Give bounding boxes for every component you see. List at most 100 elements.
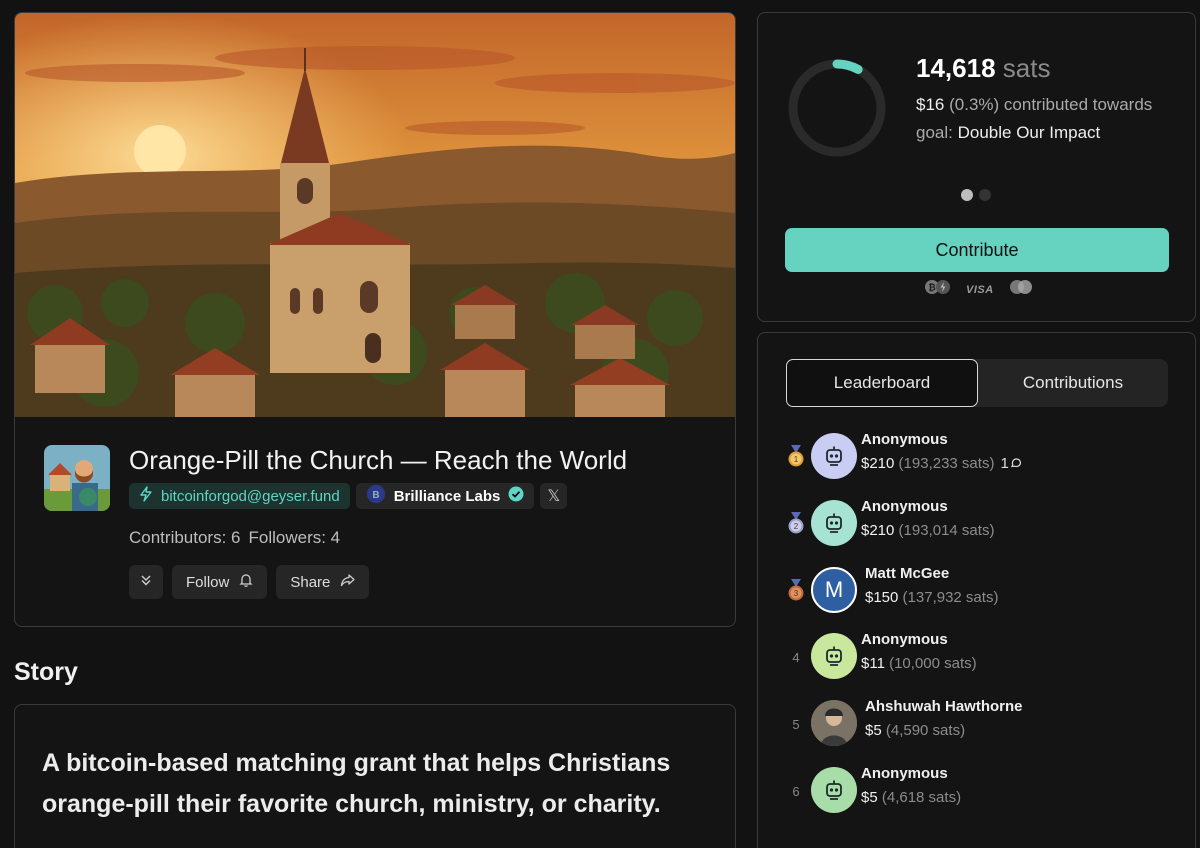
contribution-sats: (4,590 sats) [885, 722, 966, 739]
contribution-sats: (4,618 sats) [881, 789, 962, 806]
contribution-amount: $5 (4,590 sats) [865, 722, 965, 739]
contributor-name: Anonymous [861, 431, 948, 448]
bitcoin-lightning-icon: ₿ [924, 279, 952, 300]
contribution-usd: $210 [861, 455, 895, 472]
leaderboard-row[interactable]: 1 Anonymous $210 (193,233 sats) 1 [786, 429, 1166, 485]
rank-number: 3 [794, 589, 799, 598]
robot-avatar-icon[interactable] [811, 767, 857, 813]
org-chip[interactable]: B Brilliance Labs [355, 483, 535, 509]
contribution-sats: (137,932 sats) [902, 589, 999, 606]
project-chips: bitcoinforgod@geyser.fund B Brilliance L… [129, 483, 568, 509]
leaderboard-card: Leaderboard Contributions 1 Anonymous $210… [757, 332, 1196, 848]
contributor-name: Anonymous [861, 765, 948, 782]
leaderboard-row[interactable]: 3 M Matt McGee $150 (137,932 sats) [786, 563, 1166, 619]
contributor-name: Anonymous [861, 631, 948, 648]
leaderboard-row[interactable]: 4 Anonymous $11 (10,000 sats) [786, 629, 1166, 685]
contribution-amount: $210 (193,233 sats) 1 [861, 455, 1022, 472]
double-chevron-down-icon [139, 573, 153, 591]
followers-count: Followers: 4 [248, 528, 341, 547]
user-photo-avatar[interactable] [811, 700, 857, 746]
mastercard-icon [1008, 279, 1034, 300]
story-card: A bitcoin-based matching grant that help… [14, 704, 736, 848]
follow-button[interactable]: Follow [172, 565, 268, 599]
goal-progress-ring [788, 59, 886, 157]
lightning-address-chip[interactable]: bitcoinforgod@geyser.fund [129, 483, 350, 509]
project-card: Orange-Pill the Church — Reach the World… [14, 12, 736, 627]
project-actions: Follow Share [129, 565, 370, 599]
usd-raised: $16 [916, 95, 945, 114]
goal-pager-dot-1[interactable] [961, 189, 973, 201]
svg-text:B: B [372, 490, 379, 501]
contribution-usd: $11 [861, 655, 885, 672]
leaderboard-row[interactable]: 5 Ahshuwah Hawthorne $5 (4,590 sats) [786, 696, 1166, 752]
share-label: Share [290, 573, 331, 591]
rank-number: 4 [792, 649, 800, 665]
contribution-amount: $5 (4,618 sats) [861, 789, 961, 806]
rank-number: 1 [794, 455, 799, 464]
project-stats: Contributors: 6 Followers: 4 [129, 528, 340, 548]
share-button[interactable]: Share [276, 565, 370, 599]
avatar-initial: M [824, 577, 844, 602]
goal-pager-dot-2[interactable] [979, 189, 991, 201]
contribution-amount: $11 (10,000 sats) [861, 655, 977, 672]
lightning-address: bitcoinforgod@geyser.fund [161, 487, 340, 505]
robot-avatar-icon[interactable] [811, 500, 857, 546]
lightning-icon [139, 486, 153, 506]
svg-text:₿: ₿ [928, 283, 935, 293]
contribution-sats: (10,000 sats) [889, 655, 977, 672]
rank-number: 2 [794, 522, 799, 531]
project-title: Orange-Pill the Church — Reach the World [129, 445, 628, 475]
leaderboard-row[interactable]: 6 Anonymous $5 (4,618 sats) [786, 763, 1166, 819]
contributor-name: Anonymous [861, 498, 948, 515]
bell-icon [239, 573, 253, 592]
payment-methods: ₿ VISA [924, 279, 1034, 300]
contribution-amount: $210 (193,014 sats) [861, 522, 994, 539]
tab-contributions[interactable]: Contributions [978, 359, 1168, 407]
contribution-sats: (193,014 sats) [898, 522, 995, 539]
visa-icon: VISA [966, 283, 994, 296]
contributor-name: Matt McGee [865, 565, 950, 582]
funding-card: 14,618 sats $16 (0.3%) contributed towar… [757, 12, 1196, 322]
project-avatar [44, 445, 110, 511]
story-heading: Story [14, 658, 78, 686]
verified-icon [508, 486, 524, 506]
reply-count[interactable]: 1 [1000, 455, 1021, 472]
org-logo-icon: B [366, 484, 386, 508]
contribution-amount: $150 (137,932 sats) [865, 589, 998, 606]
rank-number: 5 [792, 716, 800, 732]
story-text: A bitcoin-based matching grant that help… [42, 749, 671, 818]
expand-button[interactable] [129, 565, 163, 599]
goal-pager [961, 189, 991, 201]
contributor-name: Ahshuwah Hawthorne [865, 698, 1023, 715]
contribution-sats: (193,233 sats) [898, 455, 995, 472]
contribution-usd: $150 [865, 589, 899, 606]
contribution-usd: $5 [865, 722, 882, 739]
sats-raised: 14,618 sats [916, 53, 1050, 84]
x-profile-chip[interactable]: 𝕏 [540, 483, 568, 509]
tab-leaderboard[interactable]: Leaderboard [786, 359, 978, 407]
comment-icon [1010, 458, 1021, 468]
share-icon [340, 573, 356, 591]
x-icon: 𝕏 [547, 488, 561, 505]
reply-count-value: 1 [1000, 455, 1009, 472]
gold-medal-icon: 1 [786, 445, 806, 469]
silver-medal-icon: 2 [786, 512, 806, 536]
contribution-usd: $210 [861, 522, 895, 539]
contributors-count: Contributors: 6 [129, 528, 241, 547]
rank-number: 6 [792, 783, 800, 799]
leaderboard-tabs: Leaderboard Contributions [786, 359, 1168, 407]
sats-unit: sats [1002, 53, 1051, 83]
leaderboard-row[interactable]: 2 Anonymous $210 (193,014 sats) [786, 496, 1166, 552]
follow-label: Follow [186, 573, 230, 591]
sats-amount: 14,618 [916, 53, 996, 83]
goal-percent: (0.3%) [949, 95, 1000, 114]
contribute-button[interactable]: Contribute [785, 228, 1169, 272]
robot-avatar-icon[interactable] [811, 633, 857, 679]
robot-avatar-icon[interactable] [811, 433, 857, 479]
goal-text: $16 (0.3%) contributed towards goal: Dou… [916, 91, 1166, 147]
org-name: Brilliance Labs [393, 487, 501, 505]
bronze-medal-icon: 3 [786, 579, 806, 603]
user-avatar[interactable]: M [811, 567, 857, 613]
project-hero-image [15, 13, 735, 417]
goal-name: Double Our Impact [957, 123, 1101, 142]
